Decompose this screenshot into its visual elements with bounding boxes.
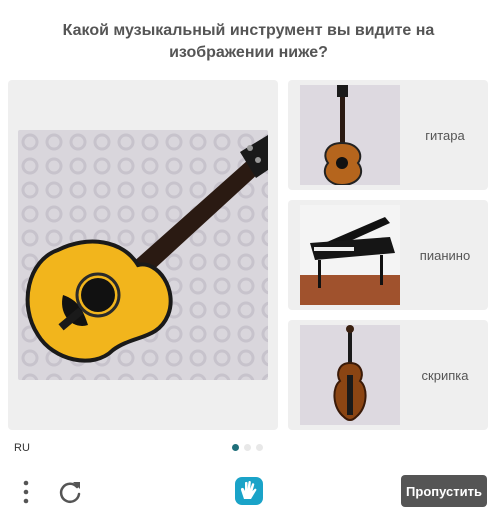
challenge-image-panel (8, 80, 278, 430)
piano-thumbnail (300, 205, 400, 305)
answer-label: пианино (419, 247, 471, 263)
footer-divider (0, 462, 497, 463)
answer-option-piano[interactable]: пианино (288, 200, 488, 310)
pagination-dot (244, 444, 251, 451)
challenge-prompt: Какой музыкальный инструмент вы видите н… (62, 22, 435, 61)
violin-thumbnail (300, 325, 400, 425)
answer-option-guitar[interactable]: гитара (288, 80, 488, 190)
pagination-dot (232, 444, 239, 451)
guitar-challenge-image (18, 130, 268, 380)
guitar-thumbnail (300, 85, 400, 185)
answer-label: скрипка (421, 367, 469, 383)
pagination-dots (232, 444, 263, 451)
language-indicator[interactable]: RU (14, 442, 30, 454)
skip-button[interactable]: Пропустить (401, 475, 487, 507)
pagination-dot (256, 444, 263, 451)
menu-icon[interactable] (14, 478, 38, 506)
answer-label: гитара (425, 127, 465, 143)
refresh-icon[interactable] (56, 478, 84, 506)
answer-option-violin[interactable]: скрипка (288, 320, 488, 430)
hcaptcha-logo-icon (232, 474, 266, 508)
